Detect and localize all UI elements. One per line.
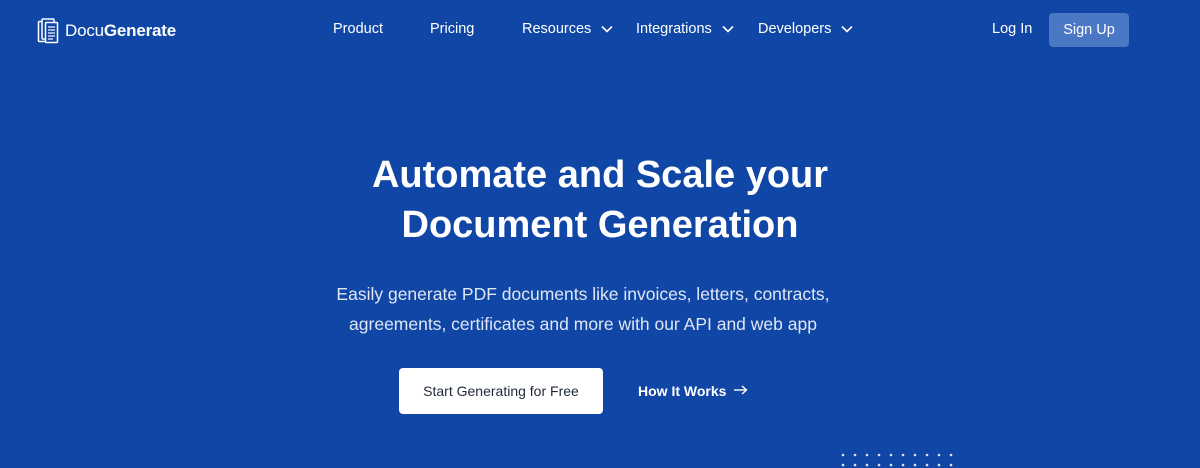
nav-item-label: Developers <box>758 21 832 37</box>
hero-subtitle: Easily generate PDF documents like invoi… <box>0 280 1166 339</box>
brand-name: DocuGenerate <box>65 21 176 41</box>
decorative-dot-grid <box>841 453 953 467</box>
top-navigation: DocuGenerate Product Pricing Resources I… <box>0 0 1200 62</box>
hero-title-line: Automate and Scale your <box>371 154 829 196</box>
how-it-works-link[interactable]: How It Works <box>638 382 748 400</box>
hero-title: Automate and Scale your Document Generat… <box>0 150 1200 250</box>
chevron-down-icon <box>722 21 734 37</box>
hero-title-line: Document Generation <box>401 204 799 246</box>
arrow-right-icon <box>734 382 748 400</box>
nav-item-resources[interactable]: Resources <box>522 21 613 37</box>
nav-item-label: Integrations <box>636 21 712 37</box>
how-it-works-label: How It Works <box>638 383 727 399</box>
chevron-down-icon <box>841 21 853 37</box>
nav-item-product[interactable]: Product <box>333 21 383 37</box>
start-generating-button[interactable]: Start Generating for Free <box>399 368 603 414</box>
nav-item-label: Resources <box>522 21 592 37</box>
nav-item-integrations[interactable]: Integrations <box>636 21 734 37</box>
signup-button[interactable]: Sign Up <box>1049 13 1129 47</box>
nav-item-label: Pricing <box>430 21 475 37</box>
hero-subtitle-line: agreements, certificates and more with o… <box>349 313 817 334</box>
chevron-down-icon <box>601 21 613 37</box>
brand-name-light: Docu <box>65 21 104 40</box>
nav-item-pricing[interactable]: Pricing <box>430 21 474 37</box>
nav-item-developers[interactable]: Developers <box>758 21 853 37</box>
nav-item-label: Product <box>333 21 383 37</box>
login-link[interactable]: Log In <box>992 21 1032 37</box>
brand-logo[interactable]: DocuGenerate <box>37 17 176 45</box>
hero-subtitle-line: Easily generate PDF documents like invoi… <box>336 284 830 304</box>
documents-stack-icon <box>37 18 59 44</box>
brand-name-bold: Generate <box>103 21 176 40</box>
